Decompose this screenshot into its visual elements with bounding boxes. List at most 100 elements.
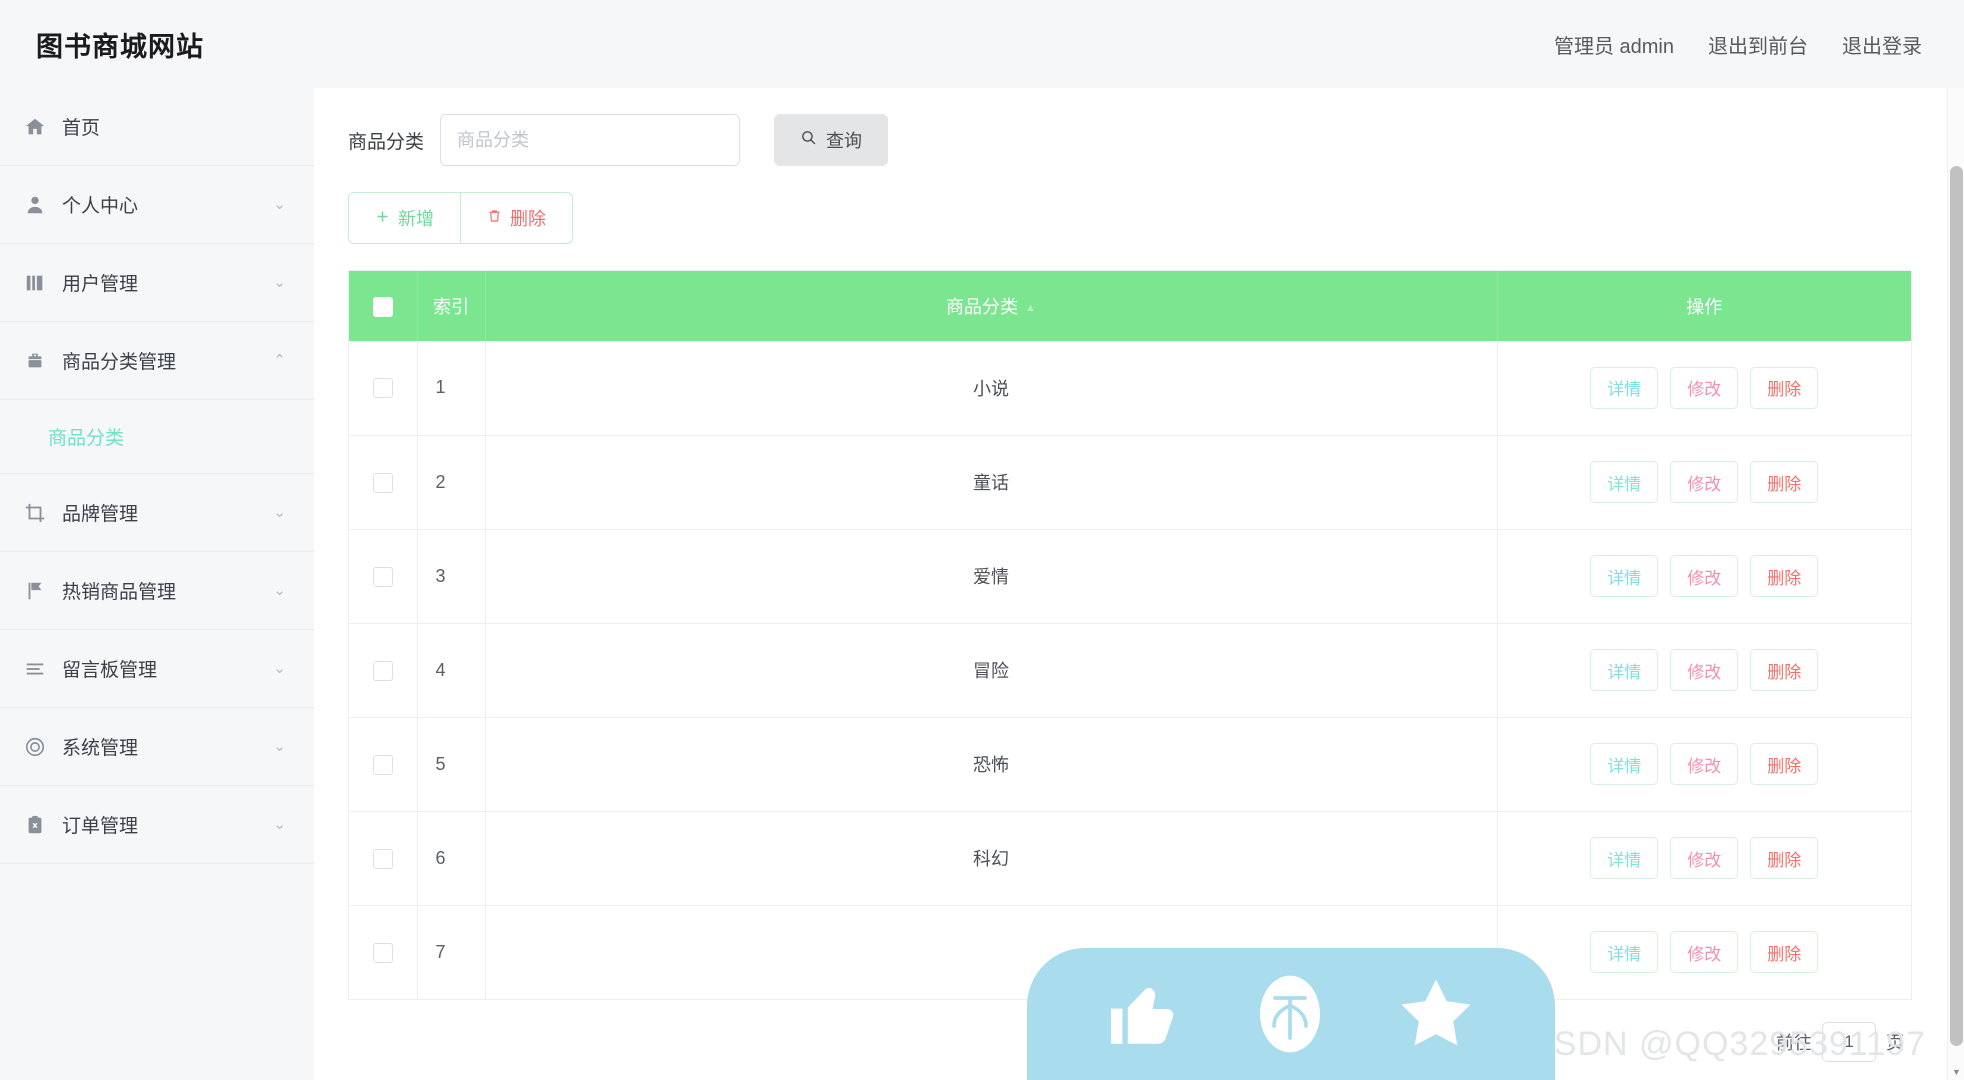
edit-button[interactable]: 修改	[1670, 837, 1739, 879]
column-header-operation: 操作	[1497, 271, 1911, 341]
filter-label-category: 商品分类	[348, 131, 425, 153]
row-checkbox-cell	[349, 811, 418, 906]
scrollbar-thumb[interactable]	[1950, 166, 1963, 1046]
chevron-down-icon: ⌄	[273, 582, 286, 599]
sidebar-item-user-management[interactable]: 用户管理 ⌄	[0, 244, 314, 322]
edit-button[interactable]: 修改	[1670, 555, 1739, 597]
edit-button[interactable]: 修改	[1670, 366, 1739, 409]
table-row: 5 恐怖 详情 修改 删除	[349, 717, 1911, 812]
top-header: 图书商城网站 管理员 admin 退出到前台 退出登录	[0, 0, 1964, 88]
scroll-down-arrow-icon[interactable]: ▼	[1948, 1063, 1964, 1080]
sidebar-item-brand-management[interactable]: 品牌管理 ⌄	[0, 474, 314, 552]
row-operations: 详情 修改 删除	[1497, 341, 1911, 436]
book-icon	[22, 270, 48, 296]
edit-button[interactable]: 修改	[1670, 649, 1739, 691]
search-icon	[800, 129, 817, 151]
add-button[interactable]: 新增	[348, 192, 461, 244]
table-body: 1 小说 详情 修改 删除 2 童话 详情 修改 删除 3 爱情 详情 修改 删…	[349, 341, 1911, 1000]
row-checkbox-cell	[349, 623, 418, 718]
column-header-category[interactable]: 商品分类 ▲	[485, 271, 1498, 341]
row-operations: 详情 修改 删除	[1497, 717, 1911, 812]
category-search-input[interactable]	[440, 114, 741, 166]
row-checkbox[interactable]	[372, 848, 393, 869]
add-button-label: 新增	[398, 209, 434, 229]
row-checkbox[interactable]	[372, 378, 393, 399]
row-delete-button[interactable]: 删除	[1750, 649, 1819, 691]
sidebar-label-system-management: 系统管理	[62, 738, 139, 759]
chevron-down-icon: ⌄	[273, 274, 286, 291]
sidebar-nav: 首页 个人中心 ⌄ 用户管理 ⌄ 商品分类管理 ⌃ 商品分类 品牌管理 ⌄ 热销…	[0, 88, 314, 1080]
row-checkbox[interactable]	[372, 566, 393, 587]
table-row: 6 科幻 详情 修改 删除	[349, 811, 1911, 906]
column-header-category-label: 商品分类	[946, 297, 1019, 317]
row-delete-button[interactable]: 删除	[1750, 366, 1819, 409]
csdn-logo-icon[interactable]	[1250, 966, 1330, 1062]
sidebar-item-hot-product-management[interactable]: 热销商品管理 ⌄	[0, 552, 314, 630]
detail-button[interactable]: 详情	[1590, 743, 1659, 785]
csdn-float-action-bar	[1027, 948, 1555, 1080]
sidebar-item-category-management[interactable]: 商品分类管理 ⌃	[0, 322, 314, 400]
thumbs-up-icon[interactable]	[1102, 971, 1188, 1057]
row-category: 冒险	[485, 623, 1498, 718]
row-delete-button[interactable]: 删除	[1750, 743, 1819, 785]
table-row: 2 童话 详情 修改 删除	[349, 435, 1911, 530]
sidebar-label-user-management: 用户管理	[62, 274, 139, 295]
row-index: 5	[417, 717, 486, 812]
delete-button-label: 删除	[510, 209, 546, 229]
edit-button[interactable]: 修改	[1670, 461, 1739, 503]
detail-button[interactable]: 详情	[1590, 366, 1659, 409]
vertical-scrollbar[interactable]: ▼	[1947, 88, 1964, 1080]
crop-icon	[22, 500, 48, 526]
csdn-watermark: CSDN @QQ3295391197	[1528, 1025, 1926, 1063]
sidebar-subitem-product-category[interactable]: 商品分类	[0, 400, 314, 474]
edit-button[interactable]: 修改	[1670, 931, 1739, 973]
batch-delete-button[interactable]: 删除	[461, 192, 573, 244]
row-operations: 详情 修改 删除	[1497, 623, 1911, 718]
table-head: 索引 商品分类 ▲ 操作	[349, 271, 1911, 341]
row-delete-button[interactable]: 删除	[1750, 555, 1819, 597]
row-delete-button[interactable]: 删除	[1750, 837, 1819, 879]
row-operations: 详情 修改 删除	[1497, 435, 1911, 530]
row-checkbox-cell	[349, 341, 418, 436]
row-category: 科幻	[485, 811, 1498, 906]
main-content: 商品分类 查询 新增	[314, 88, 1964, 1080]
sidebar-item-personal-center[interactable]: 个人中心 ⌄	[0, 166, 314, 244]
table-row: 4 冒险 详情 修改 删除	[349, 623, 1911, 718]
row-checkbox-cell	[349, 717, 418, 812]
admin-user-label[interactable]: 管理员 admin	[1554, 30, 1674, 59]
detail-button[interactable]: 详情	[1590, 461, 1659, 503]
sidebar-sublabel-product-category: 商品分类	[48, 428, 125, 449]
row-checkbox-cell	[349, 529, 418, 624]
row-delete-button[interactable]: 删除	[1750, 461, 1819, 503]
detail-button[interactable]: 详情	[1590, 837, 1659, 879]
row-index: 3	[417, 529, 486, 624]
select-all-checkbox[interactable]	[372, 296, 393, 317]
table-row: 1 小说 详情 修改 删除	[349, 341, 1911, 436]
home-icon	[22, 114, 48, 140]
logout-link[interactable]: 退出登录	[1842, 30, 1922, 59]
search-button[interactable]: 查询	[774, 114, 889, 166]
chevron-down-icon: ⌄	[273, 738, 286, 755]
top-nav: 管理员 admin 退出到前台 退出登录	[1554, 30, 1922, 59]
exit-to-frontend-link[interactable]: 退出到前台	[1708, 30, 1808, 59]
row-checkbox[interactable]	[372, 472, 393, 493]
detail-button[interactable]: 详情	[1590, 555, 1659, 597]
sidebar-item-message-board-management[interactable]: 留言板管理 ⌄	[0, 630, 314, 708]
edit-button[interactable]: 修改	[1670, 743, 1739, 785]
row-delete-button[interactable]: 删除	[1750, 931, 1819, 973]
star-icon[interactable]	[1392, 970, 1480, 1058]
row-checkbox[interactable]	[372, 942, 393, 963]
row-checkbox[interactable]	[372, 660, 393, 681]
sidebar-item-home[interactable]: 首页	[0, 88, 314, 166]
detail-button[interactable]: 详情	[1590, 931, 1659, 973]
detail-button[interactable]: 详情	[1590, 649, 1659, 691]
row-category: 爱情	[485, 529, 1498, 624]
select-all-header	[349, 271, 418, 341]
row-index: 7	[417, 905, 486, 1000]
row-checkbox[interactable]	[372, 754, 393, 775]
sidebar-item-system-management[interactable]: 系统管理 ⌄	[0, 708, 314, 786]
sidebar-item-order-management[interactable]: 订单管理 ⌄	[0, 786, 314, 864]
sort-caret-icon[interactable]: ▲	[1025, 302, 1036, 314]
row-operations: 详情 修改 删除	[1497, 811, 1911, 906]
table-toolbar: 新增 删除	[348, 192, 1912, 244]
